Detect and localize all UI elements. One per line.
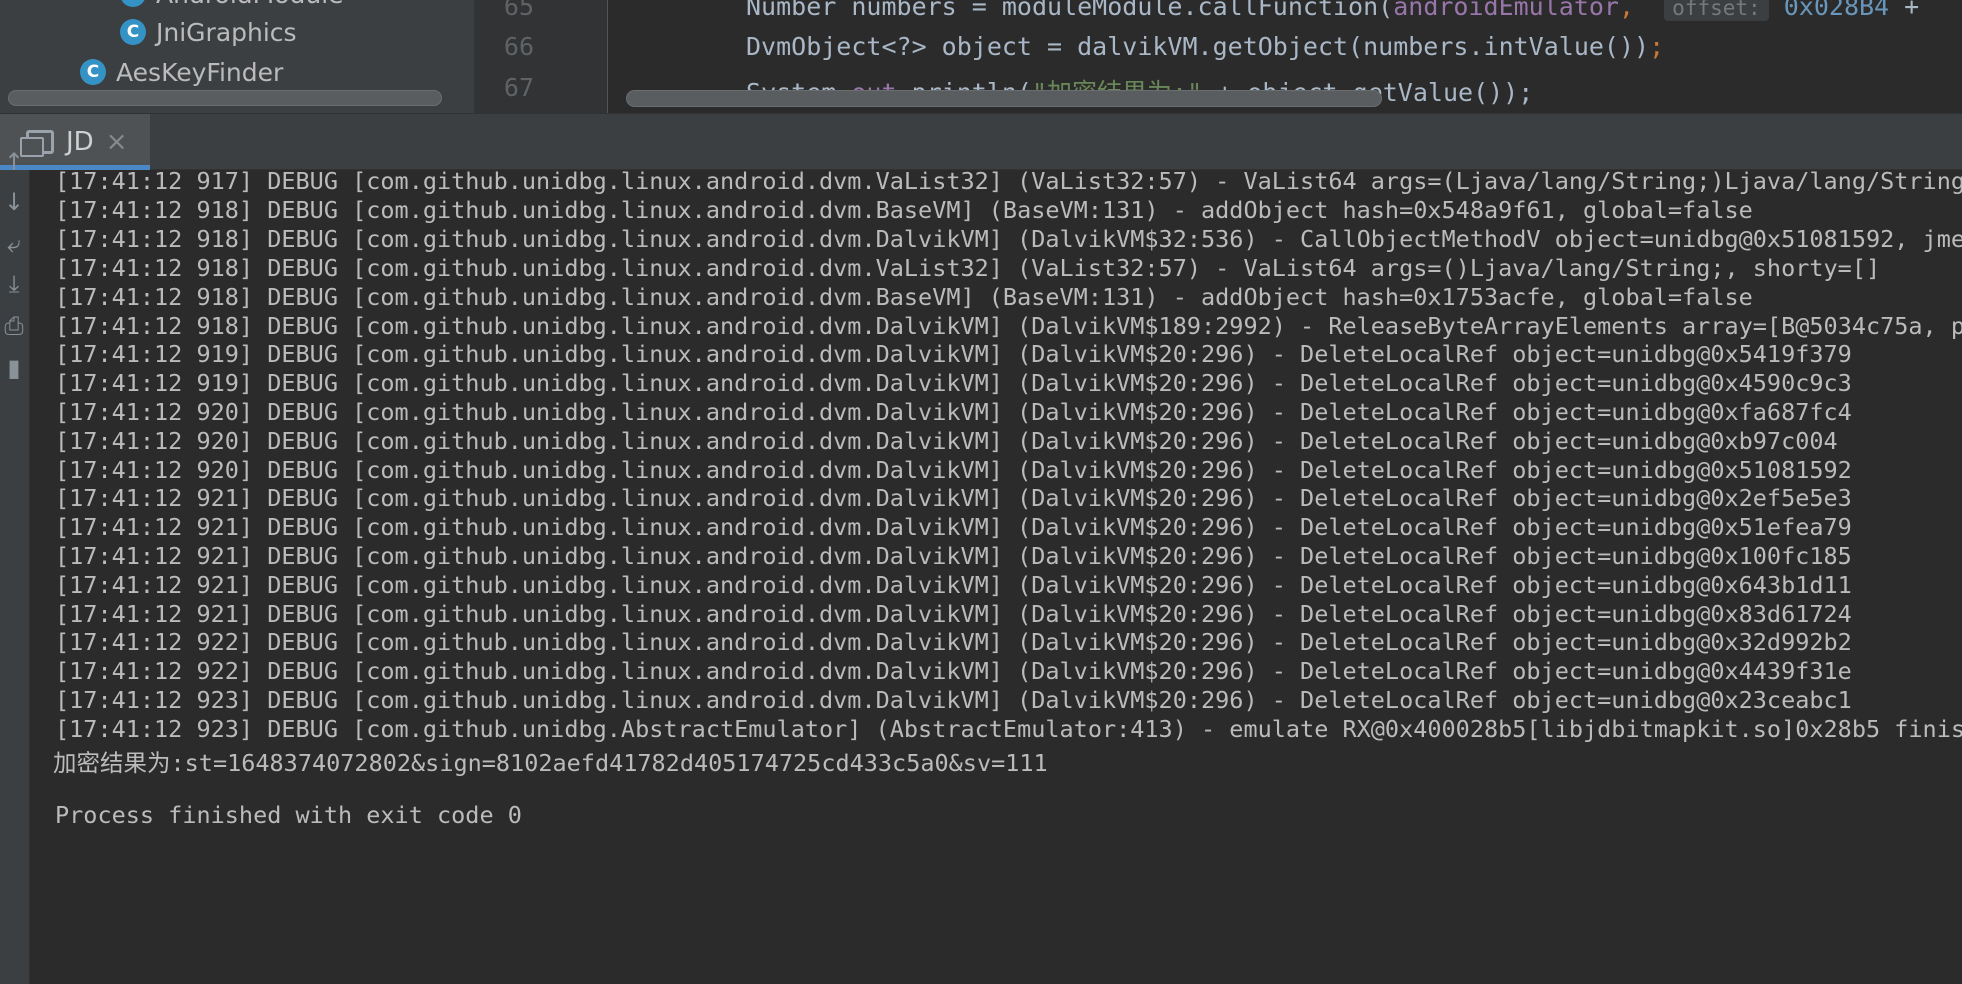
log-line: [17:41:12 923] DEBUG [com.github.unidbg.…	[55, 686, 1852, 714]
log-line: [17:41:12 921] DEBUG [com.github.unidbg.…	[55, 513, 1852, 541]
log-line: [17:41:12 921] DEBUG [com.github.unidbg.…	[55, 542, 1852, 570]
tree-item-label: AesKeyFinder	[116, 57, 284, 87]
log-line: [17:41:12 920] DEBUG [com.github.unidbg.…	[55, 456, 1852, 484]
code-line-65: Number numbers = moduleModule.callFuncti…	[746, 0, 1919, 21]
code-text: +	[1889, 0, 1920, 21]
console-output[interactable]: [17:41:12 917] DEBUG [com.github.unidbg.…	[31, 170, 1962, 984]
log-line: [17:41:12 920] DEBUG [com.github.unidbg.…	[55, 427, 1838, 455]
code-editor[interactable]: Number numbers = moduleModule.callFuncti…	[608, 0, 1962, 113]
log-line: [17:41:12 918] DEBUG [com.github.unidbg.…	[55, 312, 1962, 340]
log-line: [17:41:12 922] DEBUG [com.github.unidbg.…	[55, 628, 1852, 656]
code-punct: ,	[1619, 0, 1635, 21]
tree-item-label: AndroidModule	[156, 0, 344, 9]
log-line: [17:41:12 921] DEBUG [com.github.unidbg.…	[55, 600, 1852, 628]
tab-label: JD	[66, 127, 94, 157]
code-line-66: DvmObject<?> object = dalvikVM.getObject…	[746, 32, 1664, 61]
line-number-gutter: 65 66 67	[474, 0, 608, 113]
tree-item-label: JniGraphics	[156, 17, 297, 47]
code-text: DvmObject<?> object = dalvikVM.getObject…	[746, 32, 1650, 61]
tree-item-aes-key-finder[interactable]: C AesKeyFinder	[80, 54, 283, 90]
console-toolbar: ↑ ↓ ⤶ ⤓ ⎙ ▮	[0, 148, 30, 984]
code-text: Number numbers = moduleModule.callFuncti…	[746, 0, 1394, 21]
log-line: [17:41:12 918] DEBUG [com.github.unidbg.…	[55, 225, 1962, 253]
print-icon[interactable]: ⎙	[0, 312, 28, 340]
line-number: 66	[503, 32, 534, 61]
log-line: [17:41:12 918] DEBUG [com.github.unidbg.…	[55, 196, 1753, 224]
log-line: [17:41:12 919] DEBUG [com.github.unidbg.…	[55, 369, 1852, 397]
log-line: [17:41:12 918] DEBUG [com.github.unidbg.…	[55, 283, 1753, 311]
java-class-icon: C	[80, 59, 106, 85]
arrow-down-icon[interactable]: ↓	[0, 188, 28, 216]
code-punct: ;	[1649, 32, 1665, 61]
tree-item-jni-graphics[interactable]: C JniGraphics	[120, 14, 297, 50]
log-line: [17:41:12 919] DEBUG [com.github.unidbg.…	[55, 340, 1852, 368]
project-tree: C AndroidModule C JniGraphics C AesKeyFi…	[0, 0, 474, 113]
parameter-hint: offset:	[1664, 0, 1769, 21]
log-line: [17:41:12 918] DEBUG [com.github.unidbg.…	[55, 254, 1881, 282]
java-class-icon: C	[120, 0, 146, 7]
log-line: [17:41:12 922] DEBUG [com.github.unidbg.…	[55, 657, 1852, 685]
line-number: 67	[503, 73, 534, 102]
code-number: 0x028B4	[1783, 0, 1890, 21]
code-identifier: androidEmulator	[1393, 0, 1619, 21]
tree-item-android-module[interactable]: C AndroidModule	[120, 0, 344, 12]
exit-status-line: Process finished with exit code 0	[55, 801, 522, 829]
editor-horizontal-scrollbar[interactable]	[626, 90, 1382, 107]
tree-horizontal-scrollbar[interactable]	[8, 90, 442, 106]
scroll-to-end-icon[interactable]: ⤓	[0, 270, 28, 298]
log-line: [17:41:12 921] DEBUG [com.github.unidbg.…	[55, 484, 1852, 512]
run-tool-window-tabbar: JD ×	[0, 113, 1962, 170]
log-line: [17:41:12 920] DEBUG [com.github.unidbg.…	[55, 398, 1852, 426]
trash-icon[interactable]: ▮	[0, 354, 28, 382]
log-line: [17:41:12 921] DEBUG [com.github.unidbg.…	[55, 571, 1852, 599]
log-line: [17:41:12 917] DEBUG [com.github.unidbg.…	[55, 170, 1962, 195]
console-icon	[20, 130, 54, 157]
java-class-icon: C	[120, 19, 146, 45]
close-icon[interactable]: ×	[106, 129, 128, 155]
log-line: [17:41:12 923] DEBUG [com.github.unidbg.…	[55, 715, 1962, 743]
soft-wrap-icon[interactable]: ⤶	[0, 230, 28, 258]
arrow-up-icon[interactable]: ↑	[0, 148, 28, 176]
result-line: 加密结果为:st=1648374072802&sign=8102aefd4178…	[53, 749, 1048, 777]
line-number: 65	[503, 0, 534, 21]
